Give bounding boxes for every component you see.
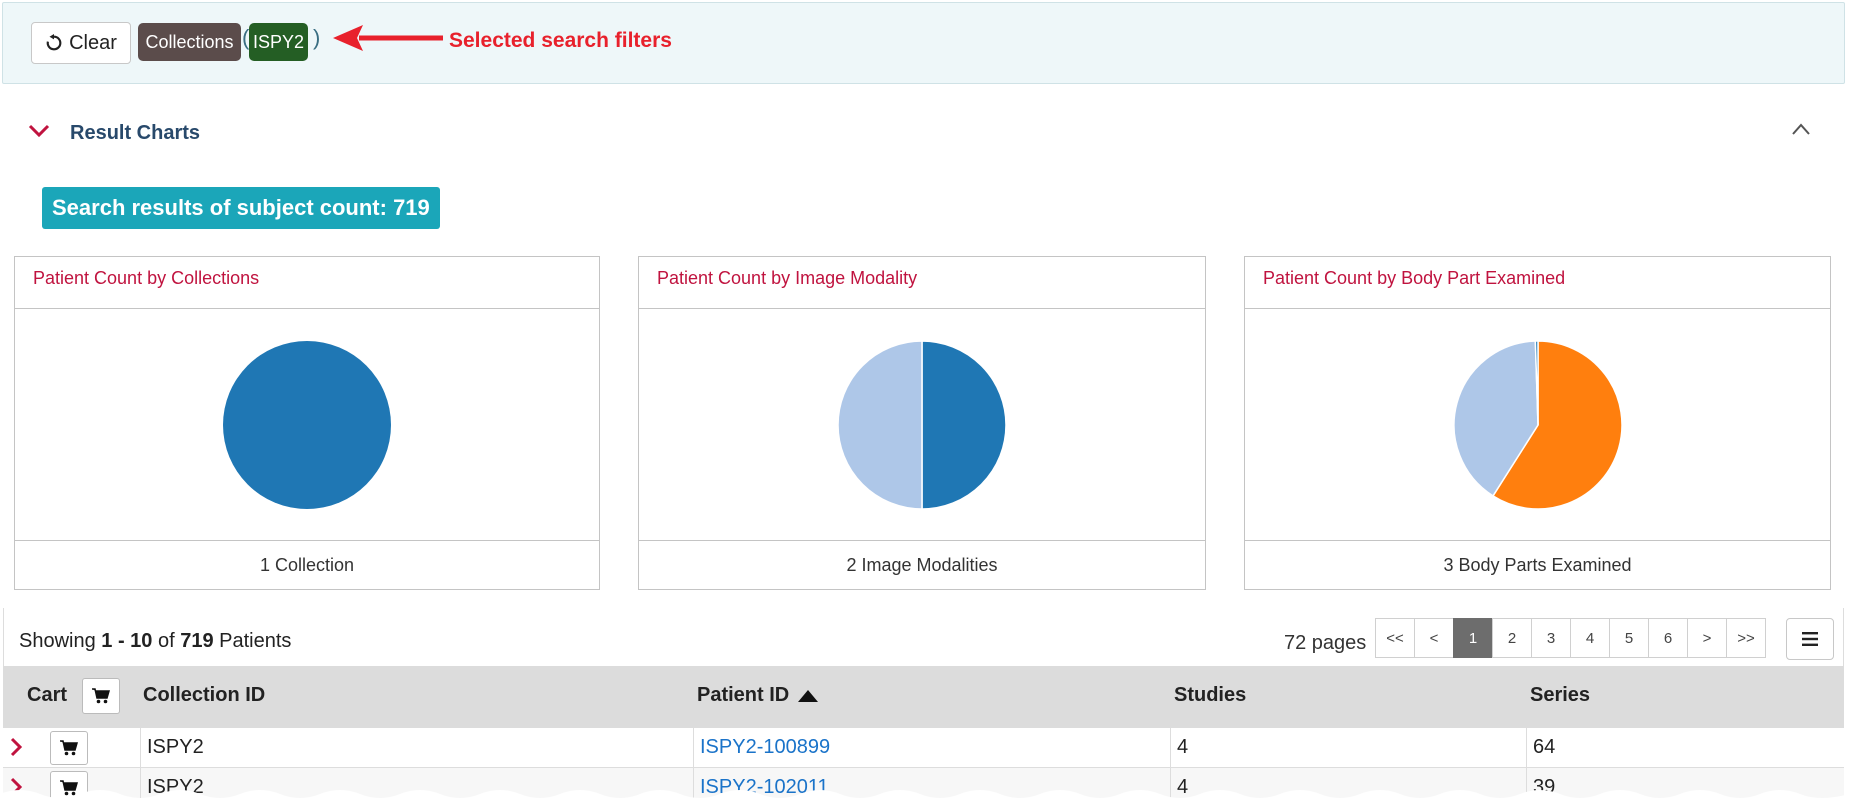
page-count: 72 pages xyxy=(1284,632,1367,654)
pie-slice[interactable] xyxy=(837,339,923,510)
chart-title: Patient Count by Image Modality xyxy=(639,257,1205,309)
patient-id-link[interactable]: ISPY2-100899 xyxy=(700,736,830,759)
page-first[interactable]: << xyxy=(1375,618,1415,658)
clear-filters-button[interactable]: Clear xyxy=(31,22,131,64)
showing-prefix: Showing xyxy=(19,630,102,652)
page-next[interactable]: > xyxy=(1687,618,1727,658)
chart-title: Patient Count by Collections xyxy=(15,257,599,309)
page-2[interactable]: 2 xyxy=(1492,618,1532,658)
showing-of: of xyxy=(152,630,181,652)
sort-asc-icon xyxy=(798,689,819,702)
page-4[interactable]: 4 xyxy=(1570,618,1610,658)
pie-slice[interactable] xyxy=(223,340,391,509)
column-cart: Cart xyxy=(27,684,68,706)
subject-count-badge: Search results of subject count: 719 xyxy=(42,187,440,229)
clear-label: Clear xyxy=(69,31,117,54)
pagination: << < 1 2 3 4 5 6 > >> xyxy=(1375,618,1766,658)
page-last[interactable]: >> xyxy=(1726,618,1766,658)
chart-footer: 2 Image Modalities xyxy=(846,554,998,575)
pie-chart-collections[interactable] xyxy=(219,337,395,513)
column-studies[interactable]: Studies xyxy=(1174,684,1246,707)
chart-card-body-part: Patient Count by Body Part Examined 3 Bo… xyxy=(1244,256,1831,590)
patient-id-label: Patient ID xyxy=(697,684,790,706)
filter-category-chip: Collections xyxy=(138,23,241,61)
page-prev[interactable]: < xyxy=(1414,618,1454,658)
result-charts-title: Result Charts xyxy=(70,122,201,144)
annotation-label: Selected search filters xyxy=(449,29,672,52)
showing-summary: Showing 1 - 10 of 719 Patients xyxy=(19,630,291,653)
annotation-arrow-icon xyxy=(333,25,443,51)
chart-card-modality: Patient Count by Image Modality 2 Image … xyxy=(638,256,1206,590)
chart-footer: 3 Body Parts Examined xyxy=(1443,554,1632,575)
reset-icon xyxy=(46,34,62,51)
add-all-to-cart-button[interactable] xyxy=(82,678,120,714)
showing-suffix: Patients xyxy=(213,630,292,652)
add-to-cart-button[interactable] xyxy=(50,731,88,765)
pie-slice[interactable] xyxy=(921,339,1007,510)
paren-close: ) xyxy=(313,25,321,50)
showing-total: 719 xyxy=(180,630,214,652)
column-collection-id[interactable]: Collection ID xyxy=(143,684,265,707)
chart-footer: 1 Collection xyxy=(259,554,355,575)
cell-series: 64 xyxy=(1533,736,1556,758)
chart-card-collections: Patient Count by Collections 1 Collectio… xyxy=(14,256,600,590)
page-1[interactable]: 1 xyxy=(1453,618,1493,658)
column-series[interactable]: Series xyxy=(1530,684,1590,707)
expand-row-icon[interactable] xyxy=(9,736,23,758)
chart-title: Patient Count by Body Part Examined xyxy=(1245,257,1830,309)
column-patient-id[interactable]: Patient ID xyxy=(697,684,819,707)
filter-value-chip[interactable]: ISPY2 xyxy=(249,23,308,61)
column-menu-button[interactable] xyxy=(1786,618,1834,660)
pie-chart-body-part[interactable] xyxy=(1450,337,1626,513)
chevron-down-icon xyxy=(28,124,50,143)
chevron-up-icon[interactable] xyxy=(1791,122,1811,136)
page-6[interactable]: 6 xyxy=(1648,618,1688,658)
cart-icon xyxy=(92,688,110,704)
pie-chart-modality[interactable] xyxy=(834,337,1010,513)
cell-studies: 4 xyxy=(1177,736,1189,758)
table-row: ISPY2 ISPY2-100899 4 64 xyxy=(3,728,1844,768)
cart-icon xyxy=(60,740,78,756)
torn-edge xyxy=(0,790,1849,800)
hamburger-icon xyxy=(1802,632,1818,646)
page-5[interactable]: 5 xyxy=(1609,618,1649,658)
cell-collection-id: ISPY2 xyxy=(147,736,204,758)
selected-filters-bar: Clear Collections ( ISPY2 ) Selected sea… xyxy=(2,2,1845,84)
showing-range: 1 - 10 xyxy=(101,630,153,652)
table-header: Cart Collection ID Patient ID Studies Se… xyxy=(3,666,1844,728)
result-charts-toggle[interactable]: Result Charts xyxy=(28,122,200,145)
page-3[interactable]: 3 xyxy=(1531,618,1571,658)
